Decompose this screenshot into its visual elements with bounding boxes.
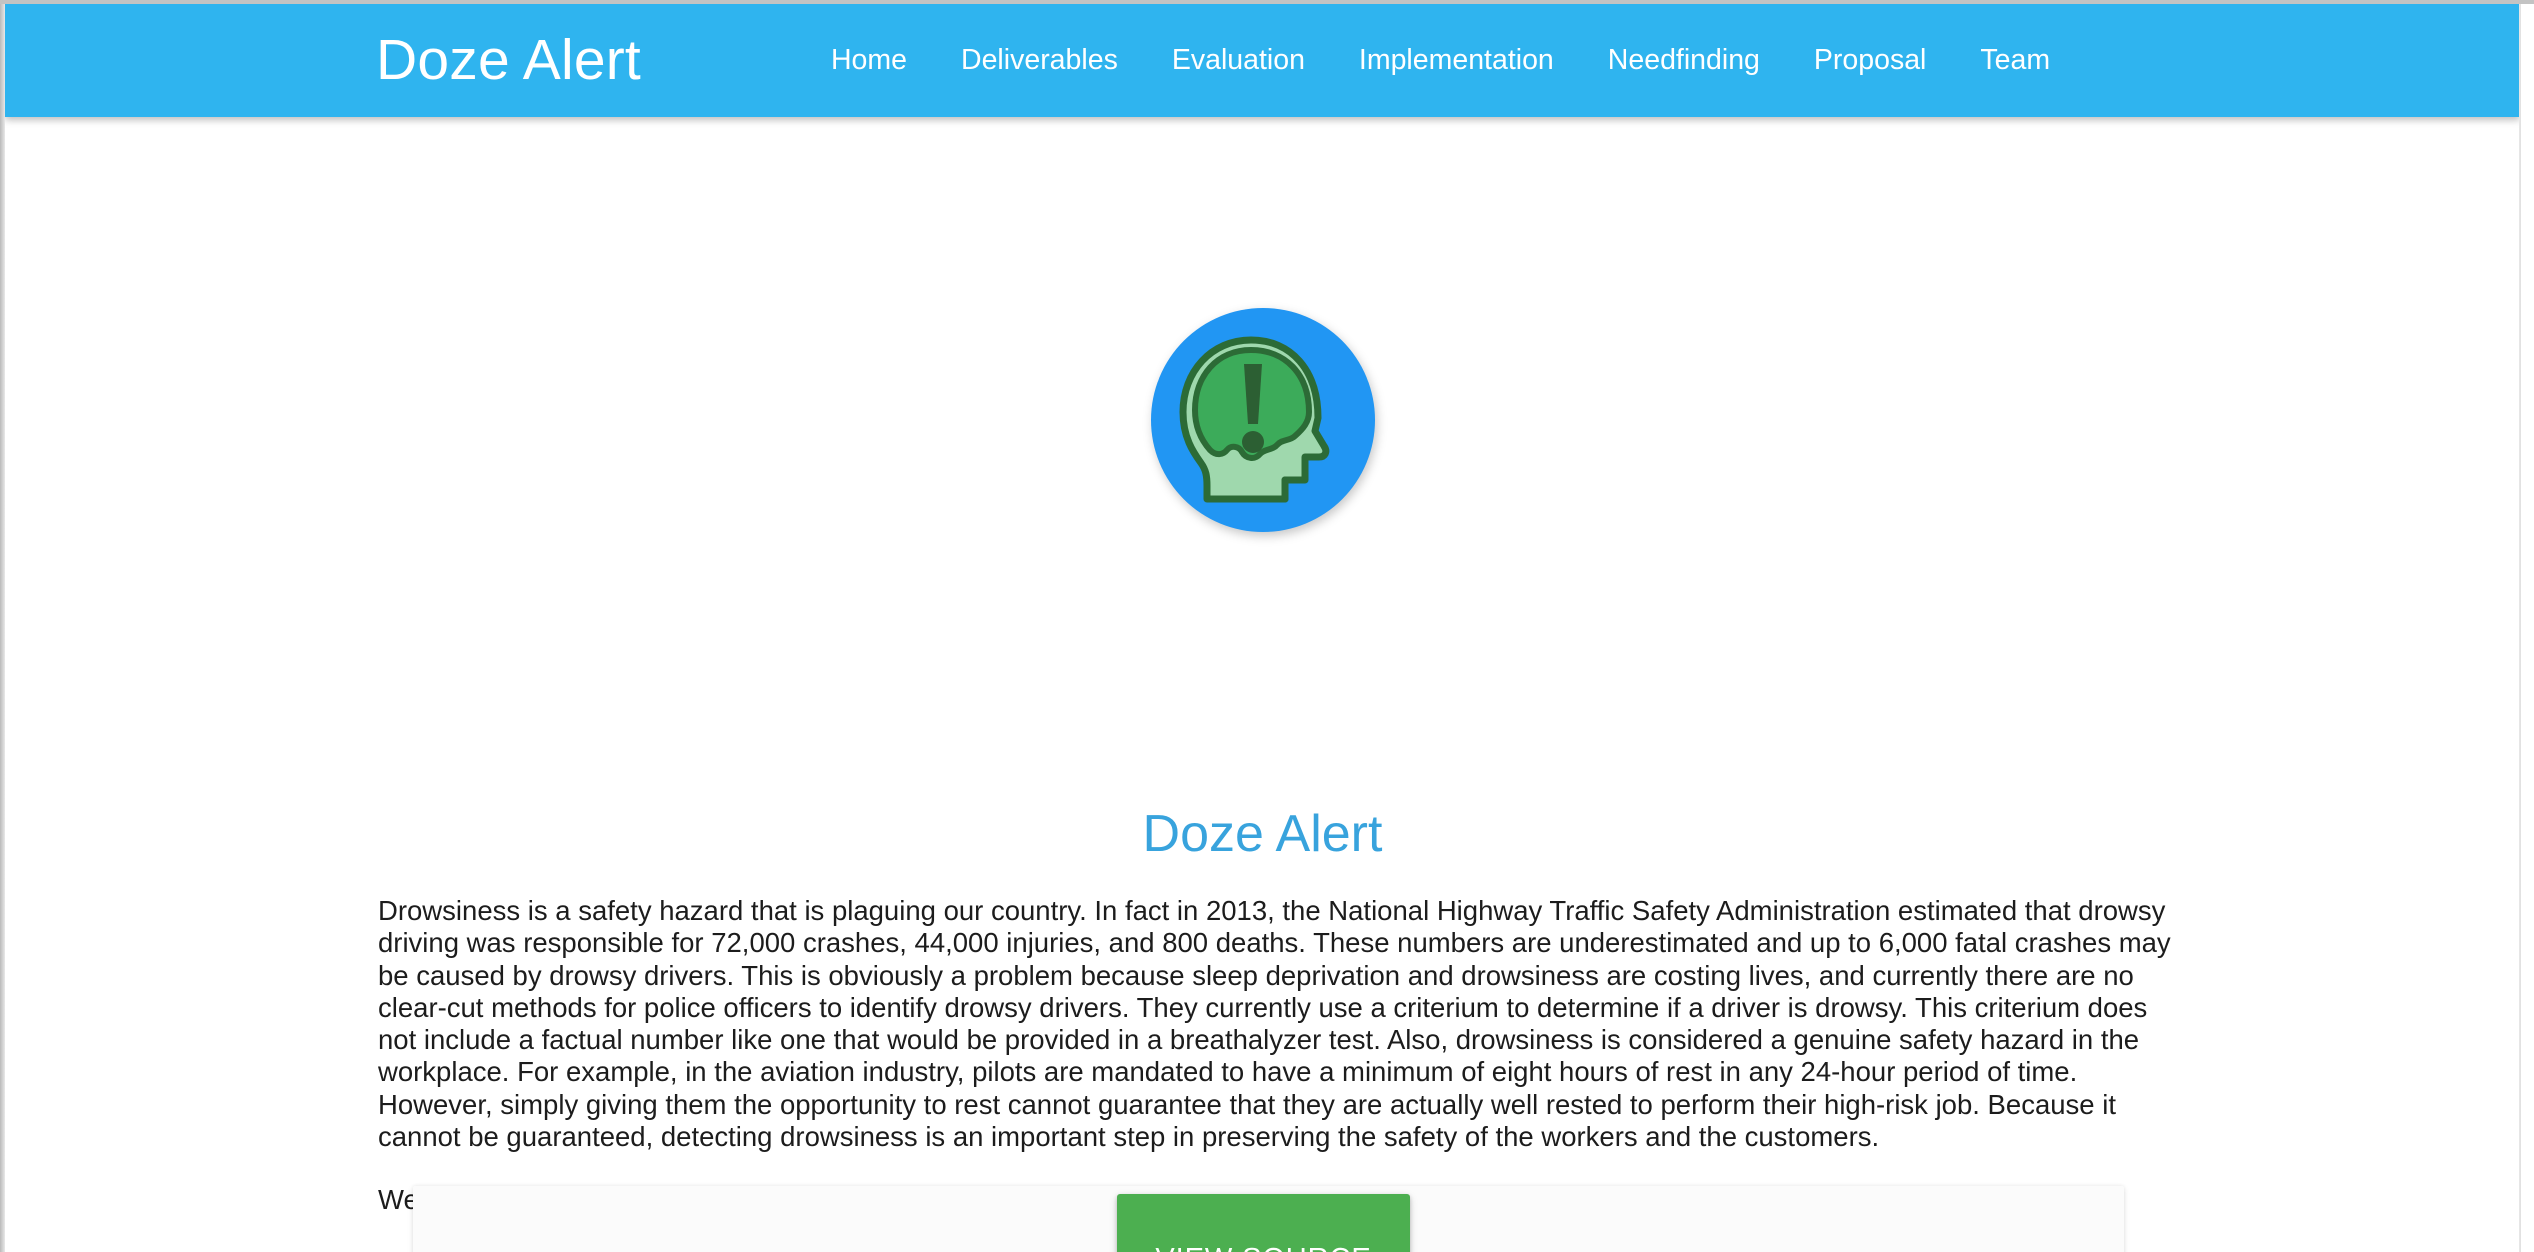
nav-link-home[interactable]: Home xyxy=(804,46,934,75)
nav-link-evaluation[interactable]: Evaluation xyxy=(1145,46,1332,75)
nav-link-proposal[interactable]: Proposal xyxy=(1787,46,1953,75)
nav-link-team[interactable]: Team xyxy=(1953,46,2077,75)
body-text-block: Drowsiness is a safety hazard that is pl… xyxy=(378,895,2178,1217)
window-left-edge xyxy=(0,0,5,1252)
nav-item-needfinding: Needfinding xyxy=(1581,46,1787,75)
window-top-edge xyxy=(0,0,2534,4)
vertical-scrollbar[interactable] xyxy=(2520,0,2534,1252)
brain-alert-head-icon xyxy=(1143,300,1383,540)
top-navbar: Doze Alert Home Deliverables Evaluation … xyxy=(5,4,2520,117)
page-root: Doze Alert Home Deliverables Evaluation … xyxy=(0,0,2534,1252)
nav-link-needfinding[interactable]: Needfinding xyxy=(1581,46,1787,75)
nav-item-deliverables: Deliverables xyxy=(934,46,1145,75)
page-title: Doze Alert xyxy=(1142,804,1383,863)
nav-link-deliverables[interactable]: Deliverables xyxy=(934,46,1145,75)
navbar-brand[interactable]: Doze Alert xyxy=(376,32,641,89)
nav-item-proposal: Proposal xyxy=(1787,46,1953,75)
nav-link-implementation[interactable]: Implementation xyxy=(1332,46,1581,75)
navbar-links: Home Deliverables Evaluation Implementat… xyxy=(804,46,2077,75)
hero-logo-wrapper xyxy=(5,300,2520,545)
nav-item-implementation: Implementation xyxy=(1332,46,1581,75)
nav-item-team: Team xyxy=(1953,46,2077,75)
nav-item-home: Home xyxy=(804,46,934,75)
view-source-button[interactable]: VIEW SOURCE xyxy=(1117,1194,1410,1252)
body-paragraph-1: Drowsiness is a safety hazard that is pl… xyxy=(378,895,2171,1153)
nav-item-evaluation: Evaluation xyxy=(1145,46,1332,75)
